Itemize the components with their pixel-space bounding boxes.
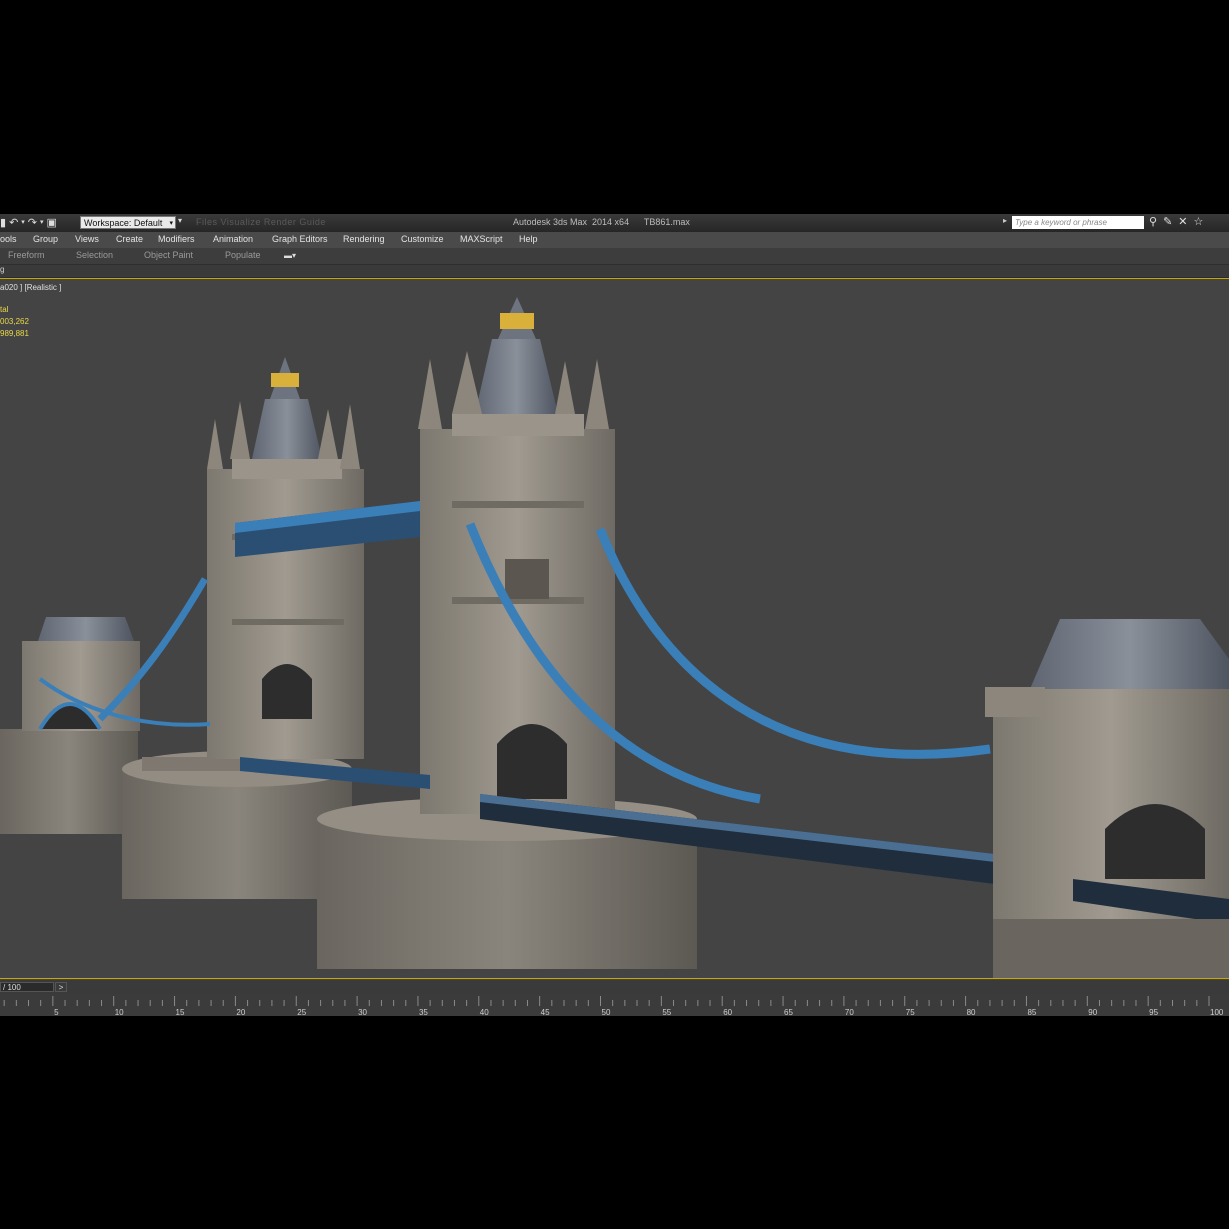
frame-label: 30 — [358, 1008, 367, 1016]
star-icon[interactable]: ☆ — [1194, 215, 1204, 230]
perspective-viewport[interactable]: a020 ] [Realistic ] tal 003,262 989,881 — [0, 278, 1229, 979]
chevron-down-icon: ▾ — [169, 220, 173, 227]
title-bar: ▮ ↶ ▾ ↷ ▾ ▣ Workspace: Default ▾ ▾ Files… — [0, 214, 1229, 233]
undo-icon[interactable]: ↶ — [9, 216, 18, 230]
ribbon-tabs: Freeform Selection Object Paint Populate… — [0, 248, 1229, 265]
search-expand-icon[interactable]: ▸ — [1003, 216, 1007, 225]
stats-polys: 003,262 — [0, 317, 29, 326]
frame-label: 10 — [114, 1008, 124, 1016]
tower-bridge-model — [0, 297, 1229, 978]
tab-populate[interactable]: Populate — [225, 250, 261, 260]
menu-group[interactable]: Group — [33, 234, 58, 244]
workspace-dropdown-icon[interactable]: ▾ — [178, 216, 182, 225]
search-input[interactable]: Type a keyword or phrase — [1012, 216, 1144, 229]
exchange-icon[interactable]: ✕ — [1178, 215, 1187, 230]
menu-help[interactable]: Help — [519, 234, 538, 244]
frame-label: 20 — [236, 1008, 246, 1016]
tools-icon[interactable]: ✎ — [1163, 215, 1172, 230]
next-frame-button[interactable]: > — [55, 982, 67, 992]
frame-label: 5 — [54, 1008, 59, 1016]
main-tower — [418, 297, 615, 814]
workspace-select[interactable]: Workspace: Default ▾ — [80, 216, 176, 229]
menu-create[interactable]: Create — [116, 234, 143, 244]
infocenter-toolbar: ⚲ ✎ ✕ ☆ — [1149, 215, 1209, 230]
frame-label: 15 — [175, 1008, 185, 1016]
stats-total-label: tal — [0, 305, 9, 314]
track-bar[interactable]: 5 10 15 20 25 30 35 40 45 50 55 60 65 70 75 80 85 90 95 100 — [0, 994, 1229, 1016]
menu-modifiers[interactable]: Modifiers — [158, 234, 195, 244]
frame-label: 55 — [662, 1008, 672, 1016]
stats-verts: 989,881 — [0, 329, 29, 338]
ribbon-panel-strip: g — [0, 265, 1229, 278]
save-icon[interactable]: ▮ — [0, 216, 6, 230]
frame-label: 25 — [297, 1008, 307, 1016]
left-tower — [207, 357, 364, 759]
max-app-window: ▮ ↶ ▾ ↷ ▾ ▣ Workspace: Default ▾ ▾ Files… — [0, 214, 1229, 1016]
menu-tools[interactable]: ools — [0, 234, 17, 244]
frame-counter[interactable]: / 100 — [0, 982, 54, 992]
redo-dropdown-icon[interactable]: ▾ — [40, 216, 44, 230]
viewport-label[interactable]: a020 ] [Realistic ] — [0, 283, 61, 292]
frame-label: 70 — [844, 1008, 854, 1016]
tab-object-paint[interactable]: Object Paint — [144, 250, 193, 260]
frame-label: 95 — [1149, 1008, 1159, 1016]
frame-label: 90 — [1088, 1008, 1098, 1016]
frame-label: 85 — [1027, 1008, 1037, 1016]
frame-label: 75 — [905, 1008, 915, 1016]
redo-icon[interactable]: ↷ — [28, 216, 37, 230]
far-left-abutment — [0, 617, 140, 834]
menu-maxscript[interactable]: MAXScript — [460, 234, 503, 244]
frame-label: 100 — [1210, 1008, 1224, 1016]
tab-selection[interactable]: Selection — [76, 250, 113, 260]
frame-label: 60 — [723, 1008, 733, 1016]
frame-label: 40 — [479, 1008, 489, 1016]
menu-rendering[interactable]: Rendering — [343, 234, 385, 244]
time-slider[interactable]: / 100 > — [0, 980, 1229, 994]
window-title: Autodesk 3ds Max 2014 x64 TB861.max — [513, 217, 690, 227]
frame-label: 80 — [966, 1008, 976, 1016]
menu-customize[interactable]: Customize — [401, 234, 444, 244]
frame-label: 45 — [540, 1008, 550, 1016]
quick-access-toolbar: ▮ ↶ ▾ ↷ ▾ ▣ — [0, 215, 60, 230]
menu-views[interactable]: Views — [75, 234, 99, 244]
menu-bar: ools Group Views Create Modifiers Animat… — [0, 232, 1229, 249]
tab-freeform[interactable]: Freeform — [8, 250, 45, 260]
strip-label: g — [0, 265, 5, 274]
menu-animation[interactable]: Animation — [213, 234, 253, 244]
binoculars-icon[interactable]: ⚲ — [1149, 215, 1157, 230]
project-folder-icon[interactable]: ▣ — [47, 216, 57, 230]
track-ticks — [3, 996, 1210, 1006]
dim-menu: Files Visualize Render Guide — [196, 217, 326, 227]
frame-label: 35 — [418, 1008, 428, 1016]
ribbon-toggle-icon[interactable]: ▬▾ — [284, 251, 296, 260]
frame-label: 50 — [601, 1008, 611, 1016]
undo-dropdown-icon[interactable]: ▾ — [21, 216, 25, 230]
menu-graph-editors[interactable]: Graph Editors — [272, 234, 328, 244]
frame-label: 65 — [784, 1008, 793, 1016]
